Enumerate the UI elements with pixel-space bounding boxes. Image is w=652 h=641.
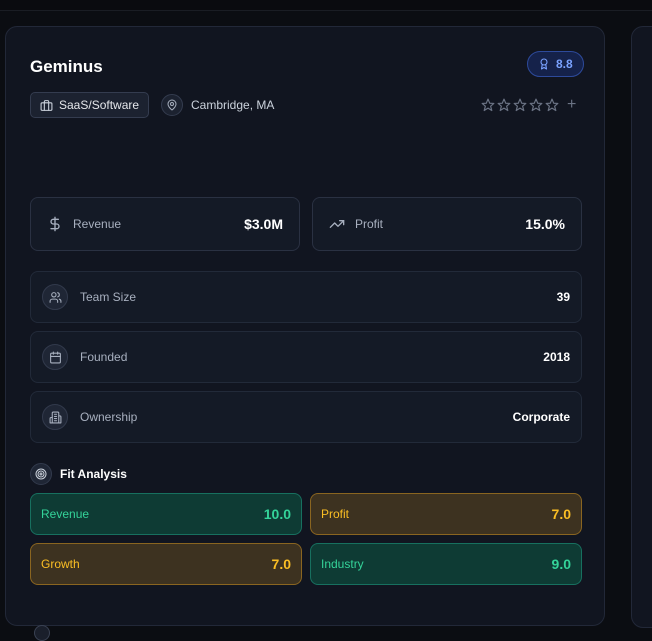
building-icon [42, 404, 68, 430]
fit-industry-value: 9.0 [551, 556, 571, 572]
profit-value: 15.0% [525, 216, 565, 232]
next-section-icon [34, 625, 50, 641]
users-icon [42, 284, 68, 310]
founded-row: Founded 2018 [30, 331, 582, 383]
award-icon [540, 58, 548, 70]
founded-value: 2018 [543, 350, 570, 364]
add-rating-icon[interactable]: + [567, 97, 576, 113]
industry-tag: SaaS/Software [30, 92, 150, 118]
star-icon[interactable] [497, 98, 511, 112]
team-size-label: Team Size [80, 290, 137, 304]
location-label: Cambridge, MA [191, 98, 275, 112]
fit-revenue-value: 10.0 [263, 506, 291, 522]
fit-profit: Profit 7.0 [310, 493, 582, 535]
star-rating[interactable]: + [481, 97, 576, 113]
ownership-value: Corporate [512, 410, 570, 424]
team-size-row: Team Size 39 [30, 271, 582, 323]
company-name[interactable]: Geminus [30, 57, 103, 77]
star-icon[interactable] [513, 98, 527, 112]
fit-growth-label: Growth [41, 557, 80, 571]
calendar-icon [42, 344, 68, 370]
score-badge: 8.8 [527, 51, 584, 77]
fit-analysis-title: Fit Analysis [60, 467, 127, 481]
fit-growth: Growth 7.0 [30, 543, 302, 585]
revenue-label: Revenue [73, 217, 122, 231]
ownership-row: Ownership Corporate [30, 391, 582, 443]
next-company-card[interactable] [631, 26, 652, 628]
fit-revenue: Revenue 10.0 [30, 493, 302, 535]
star-icon[interactable] [481, 98, 495, 112]
revenue-value: $3.0M [244, 216, 283, 232]
star-icon[interactable] [529, 98, 543, 112]
star-icon[interactable] [545, 98, 559, 112]
briefcase-icon [40, 99, 53, 111]
profit-label: Profit [355, 217, 384, 231]
fit-profit-label: Profit [321, 507, 350, 521]
company-card[interactable]: Geminus 8.8 SaaS/Software Cambridge, MA … [5, 26, 605, 641]
target-icon [30, 463, 52, 485]
fit-industry-label: Industry [321, 557, 364, 571]
profit-metric: Profit 15.0% [312, 197, 582, 251]
fit-profit-value: 7.0 [551, 506, 571, 522]
fit-industry: Industry 9.0 [310, 543, 582, 585]
fit-revenue-label: Revenue [41, 507, 90, 521]
ownership-label: Ownership [80, 410, 138, 424]
dollar-icon [50, 216, 60, 232]
founded-label: Founded [80, 350, 128, 364]
revenue-metric: Revenue $3.0M [30, 197, 300, 251]
team-size-value: 39 [556, 290, 570, 304]
trending-up-icon [329, 220, 345, 228]
map-pin-icon [161, 94, 183, 116]
industry-label: SaaS/Software [59, 98, 140, 112]
fit-growth-value: 7.0 [271, 556, 291, 572]
fit-analysis-header: Fit Analysis [30, 463, 127, 485]
top-strip [0, 0, 652, 11]
score-value: 8.8 [556, 57, 573, 71]
location: Cambridge, MA [161, 94, 274, 116]
